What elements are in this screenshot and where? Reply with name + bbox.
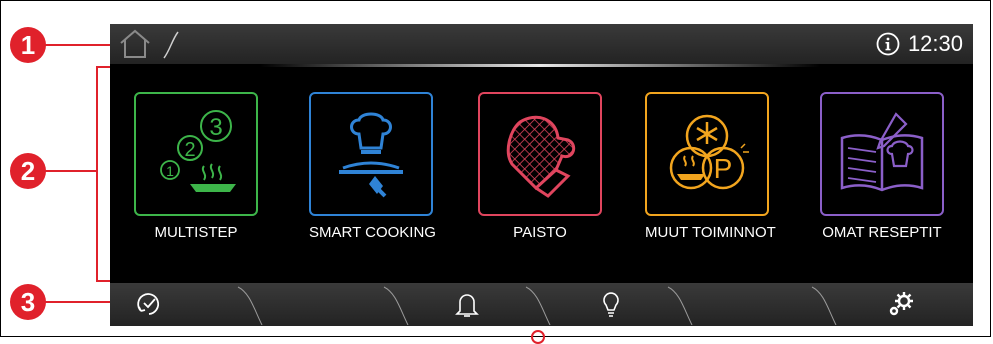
status-area: 12:30 — [876, 30, 963, 58]
tile-multistep[interactable]: 3 2 1 MULTISTEP — [134, 92, 258, 241]
callout-2-bracket-top — [96, 66, 110, 68]
chef-serving-icon — [339, 112, 403, 198]
tile-smart-cooking[interactable]: SMART COOKING — [309, 92, 436, 241]
recipe-book-icon — [840, 112, 924, 192]
bar-divider — [383, 286, 409, 325]
bulb-icon[interactable] — [596, 289, 626, 319]
svg-text:1: 1 — [166, 163, 174, 179]
callout-2-line — [44, 170, 96, 172]
callout-1: 1 — [10, 27, 46, 63]
callout-1-line — [44, 44, 110, 46]
oven-screen: 12:30 3 2 1 MULTISTEP SMART COOKING PAIS… — [110, 24, 973, 326]
breadcrumb-divider — [163, 31, 179, 59]
clock-time: 12:30 — [907, 31, 963, 56]
home-icon[interactable] — [118, 28, 152, 60]
tile-label: MUUT TOIMINNOT — [645, 224, 776, 241]
bottom-bar — [110, 283, 973, 326]
callout-2-bracket-bottom — [96, 280, 110, 282]
bar-divider — [811, 286, 837, 325]
svg-text:2: 2 — [184, 139, 195, 161]
callout-3: 3 — [10, 284, 46, 320]
callout-2-bracket — [96, 66, 98, 282]
tile-label: MULTISTEP — [154, 224, 238, 241]
bar-divider — [667, 286, 693, 325]
callout-3-line — [44, 301, 110, 303]
tile-label: SMART COOKING — [309, 224, 436, 241]
topbar-glow — [260, 64, 820, 67]
settings-icon[interactable] — [886, 289, 916, 319]
tile-label: PAISTO — [513, 224, 567, 241]
other-functions-icon: P — [669, 114, 749, 190]
tile-paisto[interactable]: PAISTO — [478, 92, 602, 241]
svg-text:3: 3 — [209, 114, 222, 141]
top-bar: 12:30 — [110, 24, 973, 64]
tile-muut-toiminnot[interactable]: P MUUT TOIMINNOT — [645, 92, 776, 241]
red-ring-marker — [531, 330, 545, 344]
oven-mitt-icon — [506, 115, 576, 198]
bar-divider — [237, 286, 263, 325]
svg-text:P: P — [714, 153, 733, 184]
tile-label: OMAT RESEPTIT — [822, 224, 942, 241]
main-menu: 3 2 1 MULTISTEP SMART COOKING PAISTO P M… — [110, 84, 973, 274]
tile-omat-reseptit[interactable]: OMAT RESEPTIT — [820, 92, 944, 241]
multistep-icon: 3 2 1 — [160, 110, 236, 192]
bell-icon[interactable] — [452, 289, 482, 319]
callout-2: 2 — [10, 153, 46, 189]
timer-icon[interactable] — [134, 289, 164, 319]
info-icon[interactable] — [876, 32, 900, 56]
bar-divider — [525, 286, 551, 325]
